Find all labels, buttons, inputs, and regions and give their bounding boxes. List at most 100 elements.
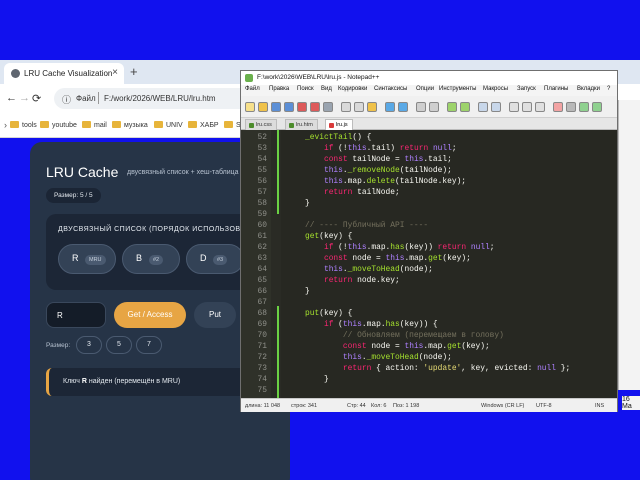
code-line[interactable]: 75: [241, 385, 617, 396]
code-line[interactable]: 71 const node = this.map.get(key);: [241, 341, 617, 352]
code-text[interactable]: this._removeNode(tailNode);: [305, 165, 452, 176]
menu-item[interactable]: Вкладки: [577, 86, 600, 92]
menu-item[interactable]: Поиск: [297, 86, 314, 92]
reload-button[interactable]: ⟳: [32, 92, 41, 105]
code-text[interactable]: }: [305, 286, 310, 297]
background-window[interactable]: [618, 100, 640, 390]
code-text[interactable]: return { action: 'update', key, evicted:…: [305, 363, 570, 374]
forward-button[interactable]: →: [19, 92, 30, 104]
address-bar[interactable]: ⓘ Файл F:/work/2026/WEB/LRU/lru.htm: [54, 88, 254, 109]
menu-item[interactable]: Файл: [245, 86, 260, 92]
bookmarks-chevron-icon[interactable]: ›: [4, 120, 7, 130]
file-tab-active[interactable]: lru.js: [325, 119, 353, 130]
code-text[interactable]: return tailNode;: [305, 187, 400, 198]
code-text[interactable]: }: [305, 198, 310, 209]
back-button[interactable]: ←: [6, 92, 17, 104]
notepad-titlebar[interactable]: F:\work\2026\WEB\LRU\lru.js - Notepad++: [241, 71, 617, 85]
code-line[interactable]: 57 return tailNode;: [241, 187, 617, 198]
code-line[interactable]: 74 }: [241, 374, 617, 385]
play-macro-icon[interactable]: [579, 102, 589, 112]
code-text[interactable]: this._moveToHead(node);: [305, 352, 452, 363]
put-button[interactable]: Put: [194, 302, 236, 328]
sync-horizontal-icon[interactable]: [491, 102, 501, 112]
status-eol[interactable]: Windows (CR LF): [481, 403, 524, 409]
code-line[interactable]: 63 const node = this.map.get(key);: [241, 253, 617, 264]
run-macro-icon[interactable]: [592, 102, 602, 112]
sync-vertical-icon[interactable]: [478, 102, 488, 112]
code-text[interactable]: }: [305, 374, 329, 385]
close-tab-icon[interactable]: ×: [112, 67, 118, 78]
code-text[interactable]: this._moveToHead(node);: [305, 264, 433, 275]
code-line[interactable]: 59: [241, 209, 617, 220]
address-url[interactable]: F:/work/2026/WEB/LRU/lru.htm: [104, 94, 216, 103]
menu-item[interactable]: Инструменты: [439, 86, 476, 92]
close-file-icon[interactable]: [297, 102, 307, 112]
code-text[interactable]: // Обновляем (перемещаем в голову): [305, 330, 504, 341]
code-text[interactable]: if (this.map.has(key)) {: [305, 319, 438, 330]
file-tab[interactable]: lru.css: [245, 119, 277, 130]
open-file-icon[interactable]: [258, 102, 268, 112]
code-line[interactable]: 64 this._moveToHead(node);: [241, 264, 617, 275]
bookmark-folder[interactable]: mail: [82, 121, 107, 129]
code-text[interactable]: // ---- Публичный API ----: [305, 220, 428, 231]
menu-item[interactable]: Запуск: [517, 86, 536, 92]
menu-item[interactable]: ?: [607, 86, 610, 92]
code-line[interactable]: 67: [241, 297, 617, 308]
code-line[interactable]: 53 if (!this.tail) return null;: [241, 143, 617, 154]
code-line[interactable]: 58}: [241, 198, 617, 209]
record-macro-icon[interactable]: [553, 102, 563, 112]
key-input[interactable]: [46, 302, 106, 328]
code-text[interactable]: if (!this.map.has(key)) return null;: [305, 242, 495, 253]
browser-tab[interactable]: LRU Cache Visualization ×: [4, 63, 124, 84]
code-line[interactable]: 56 this.map.delete(tailNode.key);: [241, 176, 617, 187]
menu-item[interactable]: Плагины: [544, 86, 568, 92]
size-option-button[interactable]: 3: [76, 336, 102, 354]
code-line[interactable]: 73 return { action: 'update', key, evict…: [241, 363, 617, 374]
code-line[interactable]: 52 _evictTail() {: [241, 132, 617, 143]
code-text[interactable]: this.map.delete(tailNode.key);: [305, 176, 466, 187]
new-file-icon[interactable]: [245, 102, 255, 112]
menu-item[interactable]: Синтаксисы: [374, 86, 407, 92]
replace-icon[interactable]: [429, 102, 439, 112]
code-text[interactable]: const node = this.map.get(key);: [305, 341, 490, 352]
code-line[interactable]: 55 this._removeNode(tailNode);: [241, 165, 617, 176]
save-icon[interactable]: [271, 102, 281, 112]
code-line[interactable]: 66}: [241, 286, 617, 297]
code-line[interactable]: 72 this._moveToHead(node);: [241, 352, 617, 363]
redo-icon[interactable]: [398, 102, 408, 112]
code-line[interactable]: 68 put(key) {: [241, 308, 617, 319]
undo-icon[interactable]: [385, 102, 395, 112]
code-line[interactable]: 61 get(key) {: [241, 231, 617, 242]
stop-macro-icon[interactable]: [566, 102, 576, 112]
paste-icon[interactable]: [367, 102, 377, 112]
code-text[interactable]: get(key) {: [305, 231, 352, 242]
save-all-icon[interactable]: [284, 102, 294, 112]
menu-item[interactable]: Макросы: [483, 86, 508, 92]
get-access-button[interactable]: Get / Access: [114, 302, 186, 328]
bookmark-folder[interactable]: youtube: [40, 121, 77, 129]
code-editor[interactable]: 52 _evictTail() {53 if (!this.tail) retur…: [241, 130, 617, 398]
zoom-out-icon[interactable]: [460, 102, 470, 112]
code-line[interactable]: 70 // Обновляем (перемещаем в голову): [241, 330, 617, 341]
bookmark-folder[interactable]: UNIV: [154, 121, 183, 129]
menu-item[interactable]: Вид: [321, 86, 332, 92]
code-line[interactable]: 54 const tailNode = this.tail;: [241, 154, 617, 165]
bookmark-folder[interactable]: tools: [10, 121, 37, 129]
status-encoding[interactable]: UTF-8: [536, 403, 552, 409]
code-text[interactable]: if (!this.tail) return null;: [305, 143, 457, 154]
code-text[interactable]: const tailNode = this.tail;: [305, 154, 452, 165]
size-option-button[interactable]: 5: [106, 336, 132, 354]
code-line[interactable]: 62 if (!this.map.has(key)) return null;: [241, 242, 617, 253]
code-text[interactable]: _evictTail() {: [305, 132, 371, 143]
bookmark-folder[interactable]: ХАБР: [188, 121, 219, 129]
menu-item[interactable]: Опции: [416, 86, 434, 92]
print-icon[interactable]: [323, 102, 333, 112]
code-text[interactable]: const node = this.map.get(key);: [305, 253, 471, 264]
info-icon[interactable]: ⓘ: [62, 93, 71, 106]
code-line[interactable]: 69 if (this.map.has(key)) {: [241, 319, 617, 330]
code-text[interactable]: put(key) {: [305, 308, 352, 319]
menu-item[interactable]: Кодировки: [338, 86, 367, 92]
code-line[interactable]: 60 // ---- Публичный API ----: [241, 220, 617, 231]
new-tab-button[interactable]: +: [130, 64, 138, 79]
cut-icon[interactable]: [341, 102, 351, 112]
